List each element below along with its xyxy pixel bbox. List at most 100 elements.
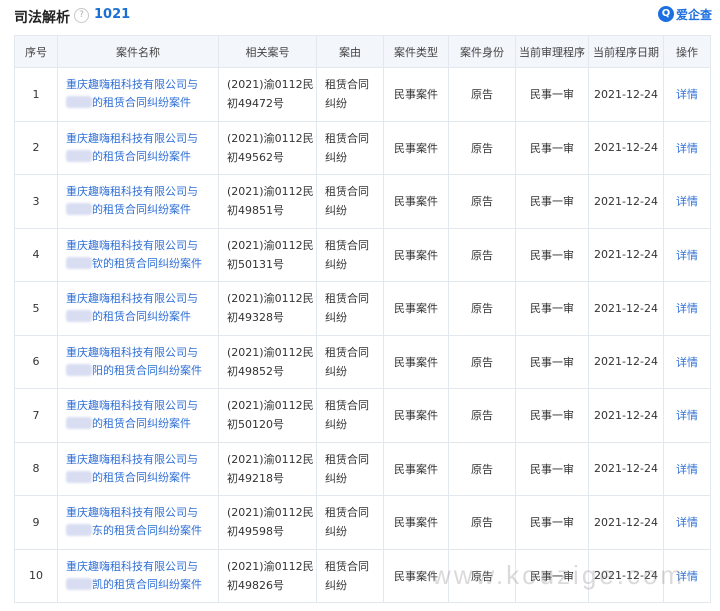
case-name-link[interactable]: 重庆趣嗨租科技有限公司与凯的租赁合同纠纷案件 bbox=[57, 548, 219, 603]
case-cause-line2: 纠纷 bbox=[325, 471, 347, 485]
watermark: www.kouzige.com bbox=[432, 560, 686, 590]
case-number-line2: 初49562号 bbox=[227, 150, 284, 164]
case-name-line2[interactable]: 的租赁合同纠纷案件 bbox=[92, 471, 191, 484]
case-name-link[interactable]: 重庆趣嗨租科技有限公司与东的租赁合同纠纷案件 bbox=[57, 495, 219, 550]
case-number: (2021)渝0112民 初50131号 bbox=[218, 227, 317, 282]
case-name-link[interactable]: 重庆趣嗨租科技有限公司与的租赁合同纠纷案件 bbox=[57, 388, 219, 443]
case-number-line1: (2021)渝0112民 bbox=[227, 506, 314, 520]
detail-link[interactable]: 详情 bbox=[663, 120, 711, 175]
case-name-link[interactable]: 重庆趣嗨租科技有限公司与的租赁合同纠纷案件 bbox=[57, 174, 219, 229]
case-number-line2: 初49472号 bbox=[227, 97, 284, 111]
case-date: 2021-12-24 bbox=[588, 281, 664, 336]
case-date: 2021-12-24 bbox=[588, 174, 664, 229]
case-date: 2021-12-24 bbox=[588, 495, 664, 550]
table-row: 4 重庆趣嗨租科技有限公司与 钦的租赁合同纠纷案件 (2021)渝0112民 初5013… bbox=[14, 227, 711, 282]
case-number-line2: 初49851号 bbox=[227, 204, 284, 218]
table-row: 9 重庆趣嗨租科技有限公司与 东的租赁合同纠纷案件 (2021)渝0112民 初4959… bbox=[14, 495, 711, 550]
detail-link-label[interactable]: 详情 bbox=[676, 195, 698, 208]
detail-link[interactable]: 详情 bbox=[663, 441, 711, 496]
detail-link-label[interactable]: 详情 bbox=[676, 142, 698, 155]
case-number-line2: 初50131号 bbox=[227, 257, 284, 271]
case-date: 2021-12-24 bbox=[588, 120, 664, 175]
case-name-line2[interactable]: 的租赁合同纠纷案件 bbox=[92, 310, 191, 323]
case-name-line2[interactable]: 钦的租赁合同纠纷案件 bbox=[92, 257, 202, 270]
detail-link-label[interactable]: 详情 bbox=[676, 463, 698, 476]
case-name-line2[interactable]: 的租赁合同纠纷案件 bbox=[92, 150, 191, 163]
detail-link[interactable]: 详情 bbox=[663, 495, 711, 550]
redacted-party bbox=[66, 577, 92, 590]
case-number: (2021)渝0112民 初49826号 bbox=[218, 548, 317, 603]
case-cause-line2: 纠纷 bbox=[325, 418, 347, 432]
case-cause-line1: 租赁合同 bbox=[325, 292, 369, 306]
case-cause: 租赁合同 纠纷 bbox=[316, 281, 384, 336]
case-name-line2[interactable]: 的租赁合同纠纷案件 bbox=[92, 96, 191, 109]
case-number: (2021)渝0112民 初49852号 bbox=[218, 334, 317, 389]
case-name-line1[interactable]: 重庆趣嗨租科技有限公司与 bbox=[66, 239, 198, 252]
case-number-line2: 初49826号 bbox=[227, 578, 284, 592]
case-name-line1[interactable]: 重庆趣嗨租科技有限公司与 bbox=[66, 292, 198, 305]
column-header-case-number: 相关案号 bbox=[218, 35, 317, 68]
case-name-line2[interactable]: 阳的租赁合同纠纷案件 bbox=[92, 364, 202, 377]
detail-link[interactable]: 详情 bbox=[663, 227, 711, 282]
brand-name: 爱企查 bbox=[675, 7, 712, 22]
case-name-line1[interactable]: 重庆趣嗨租科技有限公司与 bbox=[66, 506, 198, 519]
case-name-link[interactable]: 重庆趣嗨租科技有限公司与的租赁合同纠纷案件 bbox=[57, 441, 219, 496]
case-stage: 民事一审 bbox=[515, 120, 589, 175]
case-cause-line2: 纠纷 bbox=[325, 364, 347, 378]
case-role: 原告 bbox=[448, 441, 516, 496]
case-name-line1[interactable]: 重庆趣嗨租科技有限公司与 bbox=[66, 346, 198, 359]
case-type: 民事案件 bbox=[383, 67, 449, 122]
help-icon[interactable]: ? bbox=[74, 8, 89, 23]
case-stage: 民事一审 bbox=[515, 174, 589, 229]
case-date: 2021-12-24 bbox=[588, 388, 664, 443]
case-type: 民事案件 bbox=[383, 120, 449, 175]
detail-link-label[interactable]: 详情 bbox=[676, 356, 698, 369]
detail-link[interactable]: 详情 bbox=[663, 281, 711, 336]
table-row: 5 重庆趣嗨租科技有限公司与 的租赁合同纠纷案件 (2021)渝0112民 初49328… bbox=[14, 281, 711, 336]
row-index: 10 bbox=[14, 548, 58, 603]
case-name-line1[interactable]: 重庆趣嗨租科技有限公司与 bbox=[66, 185, 198, 198]
detail-link[interactable]: 详情 bbox=[663, 388, 711, 443]
detail-link-label[interactable]: 详情 bbox=[676, 88, 698, 101]
case-number-line2: 初49852号 bbox=[227, 364, 284, 378]
case-name-line2[interactable]: 东的租赁合同纠纷案件 bbox=[92, 524, 202, 537]
detail-link-label[interactable]: 详情 bbox=[676, 249, 698, 262]
case-name-line1[interactable]: 重庆趣嗨租科技有限公司与 bbox=[66, 78, 198, 91]
redacted-party bbox=[66, 96, 92, 109]
case-name-link[interactable]: 重庆趣嗨租科技有限公司与钦的租赁合同纠纷案件 bbox=[57, 227, 219, 282]
detail-link[interactable]: 详情 bbox=[663, 67, 711, 122]
case-number-line2: 初49328号 bbox=[227, 311, 284, 325]
case-name-link[interactable]: 重庆趣嗨租科技有限公司与的租赁合同纠纷案件 bbox=[57, 120, 219, 175]
detail-link[interactable]: 详情 bbox=[663, 174, 711, 229]
detail-link-label[interactable]: 详情 bbox=[676, 516, 698, 529]
case-cause: 租赁合同 纠纷 bbox=[316, 67, 384, 122]
case-cause-line1: 租赁合同 bbox=[325, 452, 369, 466]
case-number-line1: (2021)渝0112民 bbox=[227, 292, 314, 306]
case-date: 2021-12-24 bbox=[588, 67, 664, 122]
case-cause: 租赁合同 纠纷 bbox=[316, 227, 384, 282]
case-name-line1[interactable]: 重庆趣嗨租科技有限公司与 bbox=[66, 453, 198, 466]
case-name-link[interactable]: 重庆趣嗨租科技有限公司与的租赁合同纠纷案件 bbox=[57, 281, 219, 336]
detail-link-label[interactable]: 详情 bbox=[676, 409, 698, 422]
case-name-line1[interactable]: 重庆趣嗨租科技有限公司与 bbox=[66, 560, 198, 573]
table-row: 1 重庆趣嗨租科技有限公司与 的租赁合同纠纷案件 (2021)渝0112民 初49472… bbox=[14, 67, 711, 122]
case-stage: 民事一审 bbox=[515, 67, 589, 122]
case-number-line1: (2021)渝0112民 bbox=[227, 452, 314, 466]
case-name-link[interactable]: 重庆趣嗨租科技有限公司与的租赁合同纠纷案件 bbox=[57, 67, 219, 122]
case-name-line2[interactable]: 的租赁合同纠纷案件 bbox=[92, 203, 191, 216]
case-name-link[interactable]: 重庆趣嗨租科技有限公司与阳的租赁合同纠纷案件 bbox=[57, 334, 219, 389]
row-index: 1 bbox=[14, 67, 58, 122]
case-cause: 租赁合同 纠纷 bbox=[316, 334, 384, 389]
case-name-line2[interactable]: 的租赁合同纠纷案件 bbox=[92, 417, 191, 430]
detail-link-label[interactable]: 详情 bbox=[676, 302, 698, 315]
column-header-cause: 案由 bbox=[316, 35, 384, 68]
case-name-line2[interactable]: 凯的租赁合同纠纷案件 bbox=[92, 578, 202, 591]
case-name-line1[interactable]: 重庆趣嗨租科技有限公司与 bbox=[66, 399, 198, 412]
column-header-stage: 当前审理程序 bbox=[515, 35, 589, 68]
column-header-role: 案件身份 bbox=[448, 35, 516, 68]
detail-link[interactable]: 详情 bbox=[663, 334, 711, 389]
case-name-line1[interactable]: 重庆趣嗨租科技有限公司与 bbox=[66, 132, 198, 145]
case-number: (2021)渝0112民 初49598号 bbox=[218, 495, 317, 550]
table-row: 8 重庆趣嗨租科技有限公司与 的租赁合同纠纷案件 (2021)渝0112民 初49218… bbox=[14, 441, 711, 496]
redacted-party bbox=[66, 470, 92, 483]
